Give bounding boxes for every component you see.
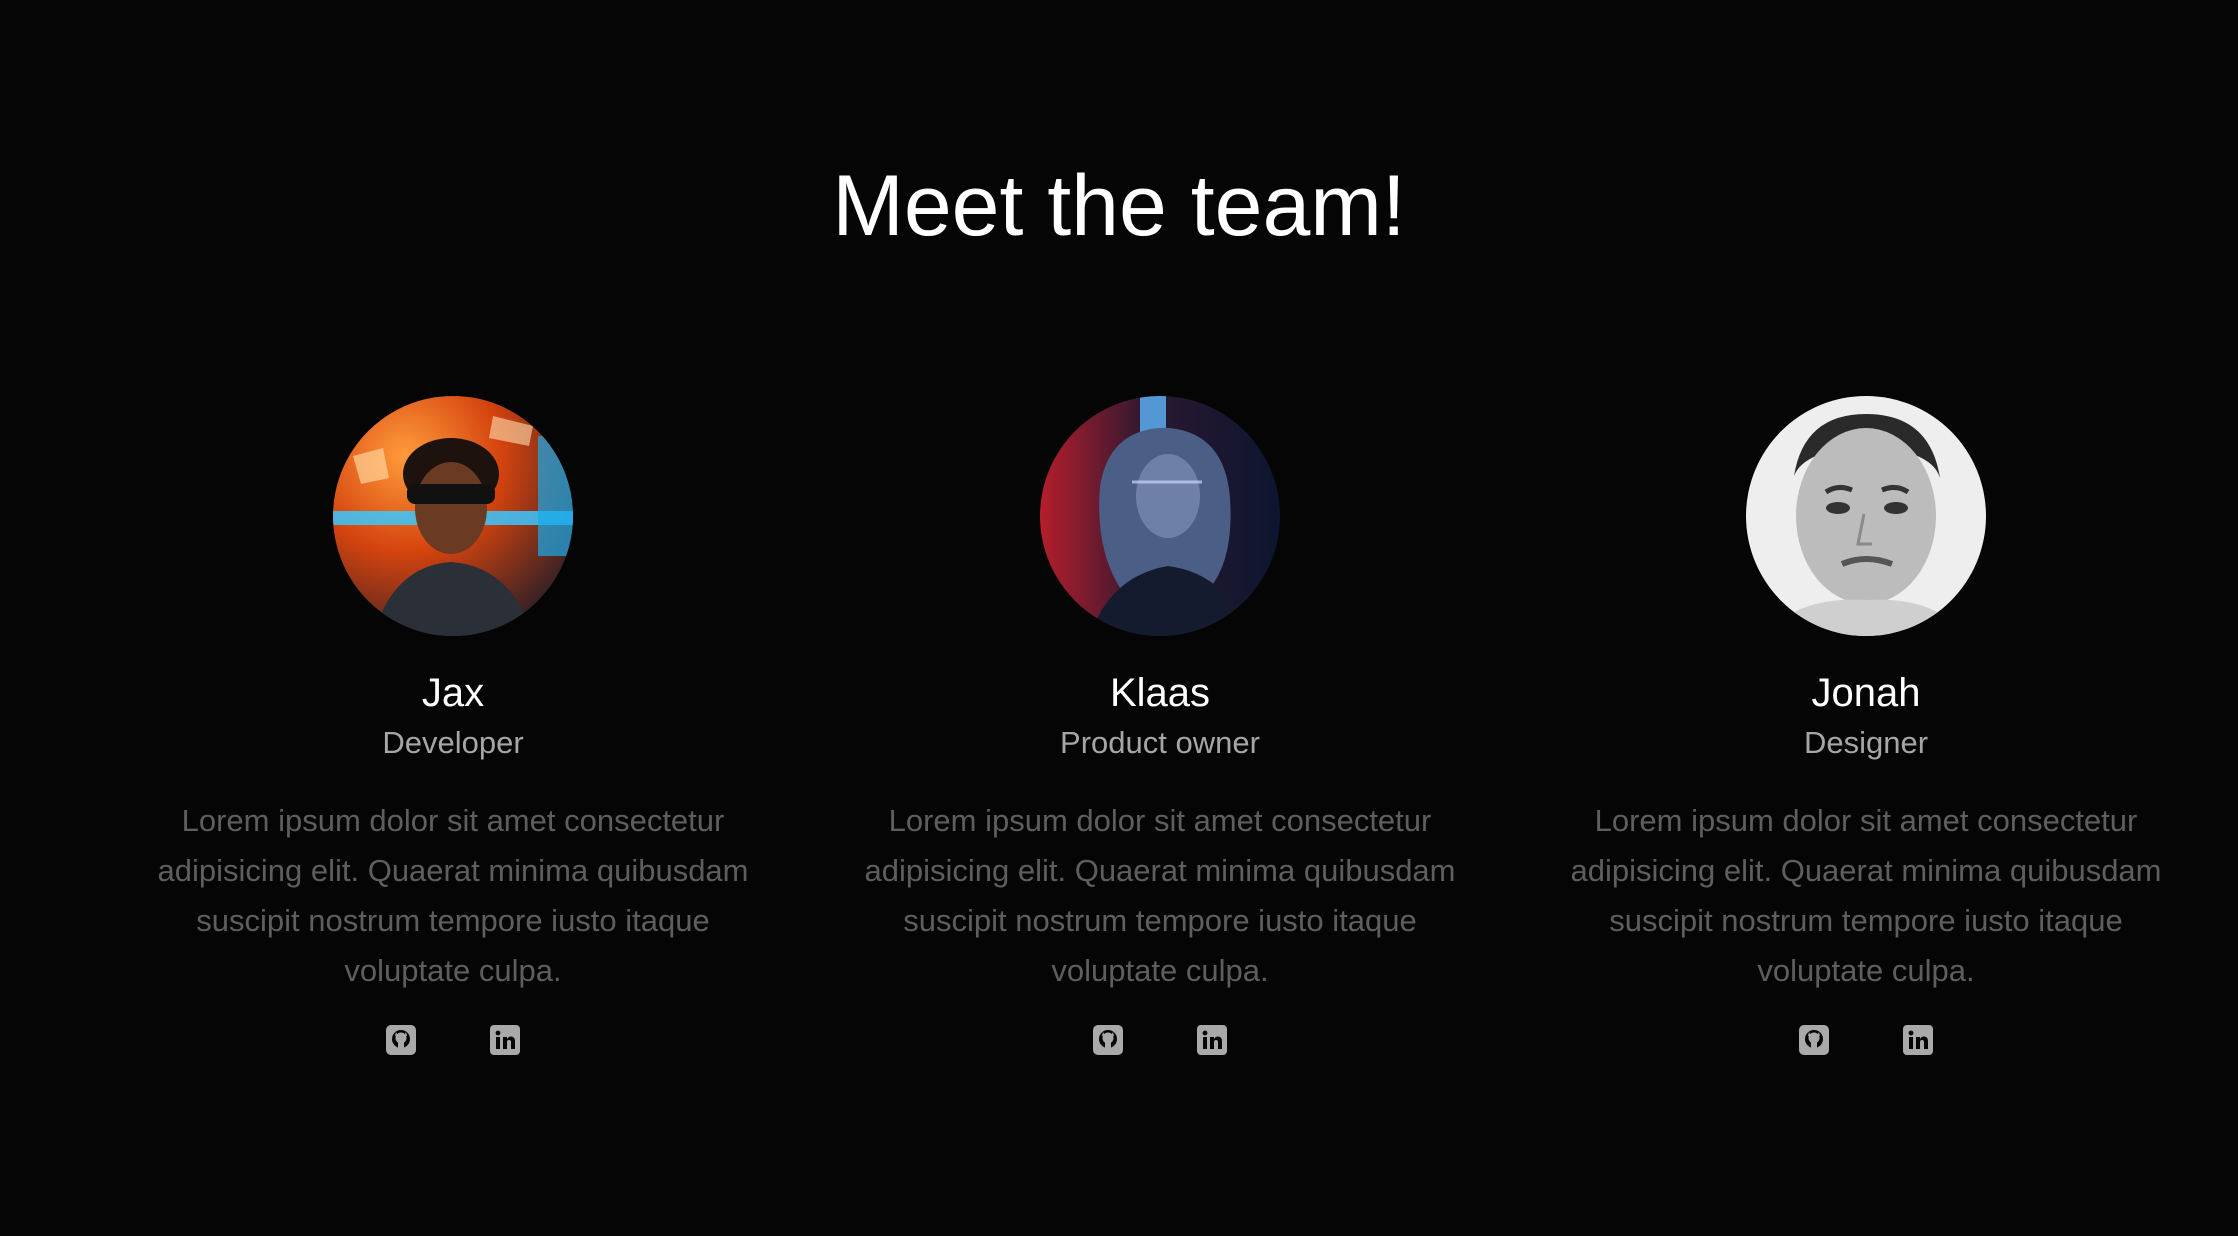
member-name: Jax — [421, 671, 485, 715]
social-links — [153, 1024, 753, 1060]
social-links — [860, 1024, 1460, 1060]
avatar — [1040, 396, 1280, 636]
social-links — [1566, 1024, 2166, 1060]
avatar-photo-jonah — [1746, 396, 1986, 636]
github-icon[interactable] — [385, 1024, 417, 1056]
team-member-card: Jonah Designer Lorem ipsum dolor sit ame… — [1566, 396, 2166, 1060]
avatar-photo-klaas — [1040, 396, 1280, 636]
linkedin-icon[interactable] — [489, 1024, 521, 1056]
linkedin-icon[interactable] — [1902, 1024, 1934, 1056]
team-page: Meet the team! Jax Developer Lorem ipsum… — [0, 0, 2238, 1236]
avatar — [333, 396, 573, 636]
team-member-card: Jax Developer Lorem ipsum dolor sit amet… — [153, 396, 753, 1060]
page-title: Meet the team! — [832, 158, 1406, 254]
member-role: Designer — [1803, 725, 1929, 760]
github-icon[interactable] — [1092, 1024, 1124, 1056]
member-bio: Lorem ipsum dolor sit amet consectetur a… — [864, 803, 1456, 988]
member-role: Developer — [382, 725, 524, 760]
avatar-photo-jax — [333, 396, 573, 636]
github-icon[interactable] — [1798, 1024, 1830, 1056]
member-role: Product owner — [1060, 725, 1260, 760]
avatar — [1746, 396, 1986, 636]
member-name: Jonah — [1811, 671, 1921, 715]
member-bio: Lorem ipsum dolor sit amet consectetur a… — [1570, 803, 2162, 988]
linkedin-icon[interactable] — [1196, 1024, 1228, 1056]
team-member-card: Klaas Product owner Lorem ipsum dolor si… — [860, 396, 1460, 1060]
member-bio: Lorem ipsum dolor sit amet consectetur a… — [157, 803, 749, 988]
member-name: Klaas — [1109, 671, 1211, 715]
team-grid: Jax Developer Lorem ipsum dolor sit amet… — [0, 396, 2238, 1096]
